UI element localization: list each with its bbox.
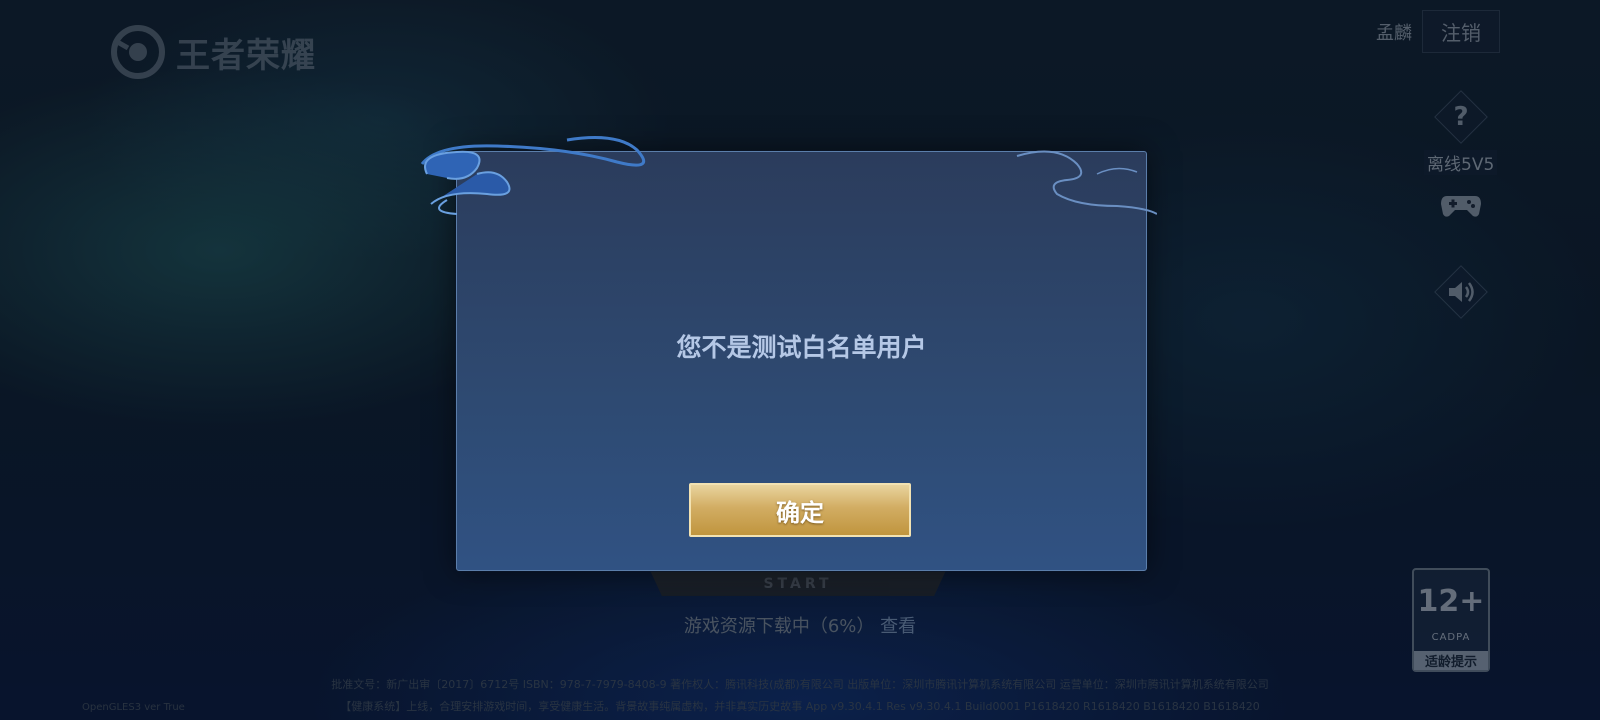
alert-dialog: 您不是测试白名单用户 确定: [420, 136, 1157, 571]
dialog-message: 您不是测试白名单用户: [676, 333, 927, 362]
confirm-button[interactable]: 确定: [689, 483, 911, 537]
